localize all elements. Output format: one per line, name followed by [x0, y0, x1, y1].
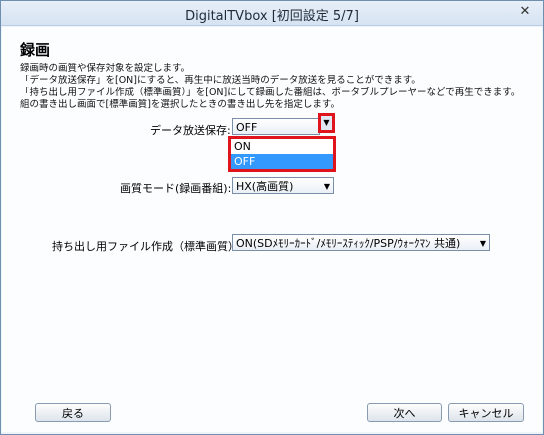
- cancel-button[interactable]: キャンセル: [448, 403, 524, 422]
- option-off[interactable]: OFF: [231, 154, 333, 169]
- setup-window: DigitalTVbox [初回設定 5/7] ✕ 録画 録画時の画質や保存対象…: [0, 0, 544, 435]
- portable-value: ON(SDﾒﾓﾘｰｶｰﾄﾞ/ﾒﾓﾘｰｽﾃｨｯｸ/PSP/ｳｫｰｸﾏﾝ 共通): [236, 237, 461, 250]
- data-broadcast-select[interactable]: OFF: [232, 118, 320, 135]
- chevron-down-icon: ▼: [323, 182, 330, 191]
- description: 録画時の画質や保存対象を設定します。 「データ放送保存」を[ON]にすると、再生…: [20, 63, 520, 111]
- data-broadcast-dropdown-list: ON OFF: [228, 136, 336, 172]
- title-bar: DigitalTVbox [初回設定 5/7] ✕: [1, 1, 543, 26]
- quality-value: HX(高画質): [236, 180, 294, 193]
- back-button[interactable]: 戻る: [35, 403, 111, 422]
- description-line: 録画時の画質や保存対象を設定します。: [20, 63, 191, 74]
- chevron-down-icon: ▼: [479, 239, 486, 248]
- next-button[interactable]: 次へ: [367, 403, 442, 422]
- close-icon[interactable]: ✕: [517, 4, 533, 20]
- content-area: 録画 録画時の画質や保存対象を設定します。 「データ放送保存」を[ON]にすると…: [2, 27, 542, 432]
- page-heading: 録画: [20, 41, 51, 59]
- option-on[interactable]: ON: [231, 139, 333, 154]
- quality-select[interactable]: HX(高画質) ▼: [232, 177, 334, 194]
- window-title: DigitalTVbox [初回設定 5/7]: [185, 9, 359, 24]
- description-line: 組の書き出し画面で[標準画質]を選択したときの書き出し先を指定します。: [20, 99, 340, 110]
- portable-select[interactable]: ON(SDﾒﾓﾘｰｶｰﾄﾞ/ﾒﾓﾘｰｽﾃｨｯｸ/PSP/ｳｫｰｸﾏﾝ 共通) ▼: [232, 234, 490, 251]
- data-broadcast-label: データ放送保存:: [150, 124, 231, 137]
- description-line: 「持ち出し用ファイル作成（標準画質）」を[ON]にして録画した番組は、ポータブル…: [20, 87, 520, 98]
- data-broadcast-value: OFF: [236, 121, 258, 134]
- chevron-down-icon: ▼: [323, 118, 330, 127]
- data-broadcast-dropdown-button[interactable]: ▼: [318, 113, 335, 133]
- description-line: 「データ放送保存」を[ON]にすると、再生中に放送当時のデータ放送を見ることがで…: [20, 75, 421, 86]
- portable-label: 持ち出し用ファイル作成（標準画質）：: [52, 240, 245, 253]
- quality-label: 画質モード(録画番組):: [120, 182, 232, 195]
